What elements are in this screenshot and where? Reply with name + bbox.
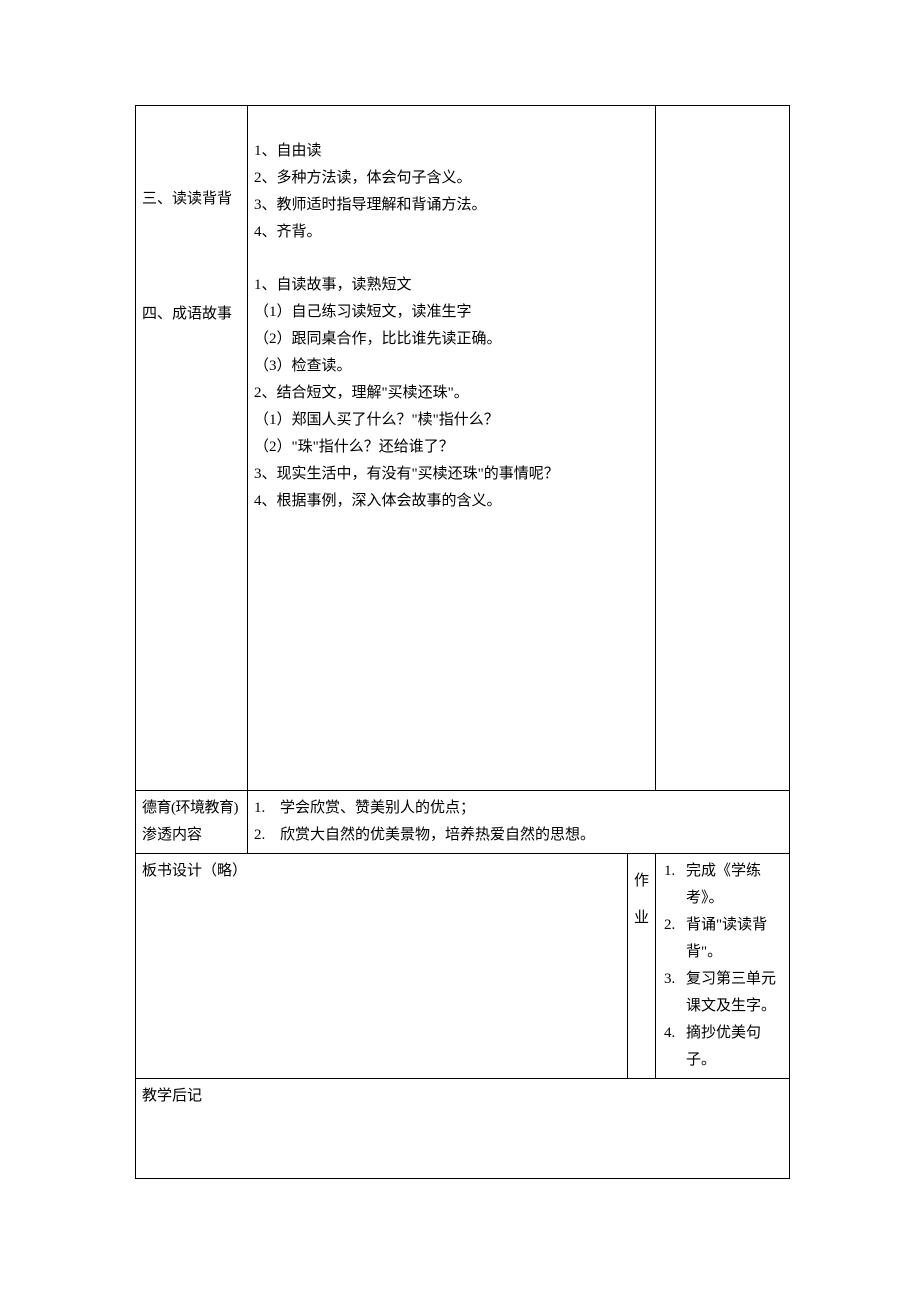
hw-num: 2. (664, 912, 686, 966)
lesson-plan-table: 三、读读背背 四、成语故事 1、自由读 2、多种方法读，体会句子含义。 3、教师… (135, 105, 790, 1179)
section4-line: （3）检查读。 (254, 353, 649, 380)
hw-text: 背诵"读读背背"。 (686, 912, 783, 966)
hw-text: 完成《学练考》。 (686, 858, 783, 912)
row-postscript: 教学后记 (136, 1079, 790, 1179)
hw-text: 摘抄优美句子。 (686, 1020, 783, 1074)
hw-num: 1. (664, 858, 686, 912)
deyu-num: 1. (254, 795, 280, 822)
deyu-num: 2. (254, 822, 280, 849)
hw-num: 3. (664, 966, 686, 1020)
deyu-item: 1. 学会欣赏、赞美别人的优点； (254, 795, 783, 822)
board-design-cell: 板书设计（略） (136, 854, 628, 1079)
postscript-cell: 教学后记 (136, 1079, 790, 1179)
homework-label-cell: 作 业 (628, 854, 656, 1079)
row1-right-empty (656, 106, 790, 791)
section3-line: 2、多种方法读，体会句子含义。 (254, 165, 649, 192)
row-main-content: 三、读读背背 四、成语故事 1、自由读 2、多种方法读，体会句子含义。 3、教师… (136, 106, 790, 791)
homework-list-cell: 1. 完成《学练考》。 2. 背诵"读读背背"。 3. 复习第三单元课文及生字。… (656, 854, 790, 1079)
section4-label: 四、成语故事 (142, 301, 241, 328)
deyu-content-cell: 1. 学会欣赏、赞美别人的优点； 2. 欣赏大自然的优美景物，培养热爱自然的思想… (248, 791, 790, 854)
hw-text: 复习第三单元课文及生字。 (686, 966, 783, 1020)
postscript-label: 教学后记 (142, 1083, 783, 1110)
deyu-text: 学会欣赏、赞美别人的优点； (280, 795, 475, 822)
section3-line: 1、自由读 (254, 138, 649, 165)
section3-label: 三、读读背背 (142, 186, 241, 213)
section4-line: （2）"珠"指什么？还给谁了？ (254, 434, 649, 461)
section3-line: 3、教师适时指导理解和背诵方法。 (254, 192, 649, 219)
deyu-label-cell: 德育(环境教育) 渗透内容 (136, 791, 248, 854)
section3-line: 4、齐背。 (254, 219, 649, 246)
section4-line: （1）自己练习读短文，读准生字 (254, 299, 649, 326)
row-board-homework: 板书设计（略） 作 业 1. 完成《学练考》。 2. 背诵"读读背背"。 3. … (136, 854, 790, 1079)
section4-line: （2）跟同桌合作，比比谁先读正确。 (254, 326, 649, 353)
hw-char-2: 业 (634, 905, 649, 932)
section3-content: 1、自由读 2、多种方法读，体会句子含义。 3、教师适时指导理解和背诵方法。 4… (254, 138, 649, 246)
section4-line: 4、根据事例，深入体会故事的含义。 (254, 488, 649, 515)
section4-line: 1、自读故事，读熟短文 (254, 272, 649, 299)
board-design-label: 板书设计（略） (142, 858, 621, 885)
deyu-text: 欣赏大自然的优美景物，培养热爱自然的思想。 (280, 822, 595, 849)
hw-num: 4. (664, 1020, 686, 1074)
section4-line: （1）郑国人买了什么？"椟"指什么？ (254, 407, 649, 434)
deyu-label-line1: 德育(环境教育) (142, 795, 241, 822)
hw-item: 1. 完成《学练考》。 (664, 858, 783, 912)
row1-middle-content: 1、自由读 2、多种方法读，体会句子含义。 3、教师适时指导理解和背诵方法。 4… (248, 106, 656, 791)
section4-line: 3、现实生活中，有没有"买椟还珠"的事情呢？ (254, 461, 649, 488)
row1-left-labels: 三、读读背背 四、成语故事 (136, 106, 248, 791)
hw-char-1: 作 (634, 868, 649, 895)
hw-item: 3. 复习第三单元课文及生字。 (664, 966, 783, 1020)
section4-content: 1、自读故事，读熟短文 （1）自己练习读短文，读准生字 （2）跟同桌合作，比比谁… (254, 272, 649, 515)
hw-item: 4. 摘抄优美句子。 (664, 1020, 783, 1074)
deyu-label-line2: 渗透内容 (142, 822, 241, 849)
deyu-item: 2. 欣赏大自然的优美景物，培养热爱自然的思想。 (254, 822, 783, 849)
hw-item: 2. 背诵"读读背背"。 (664, 912, 783, 966)
section4-line: 2、结合短文，理解"买椟还珠"。 (254, 380, 649, 407)
row-deyu: 德育(环境教育) 渗透内容 1. 学会欣赏、赞美别人的优点； 2. 欣赏大自然的… (136, 791, 790, 854)
